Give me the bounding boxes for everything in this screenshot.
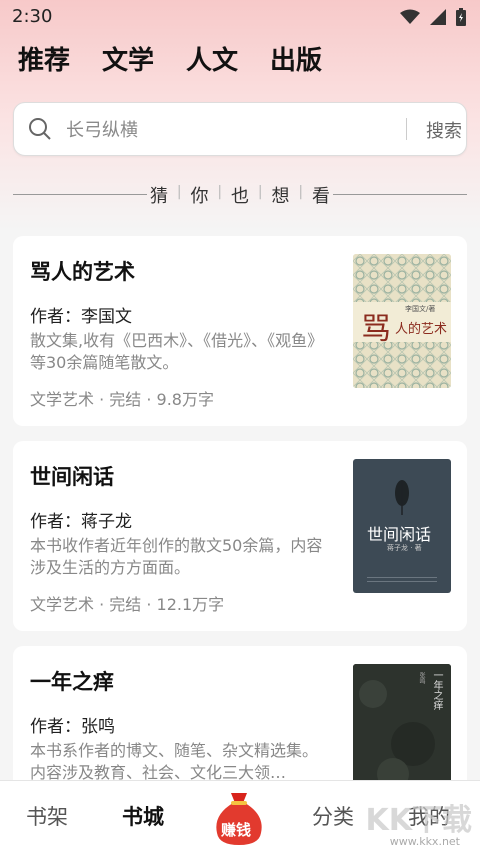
section-header: 猜 | 你 | 也 | 想 | 看	[0, 180, 480, 210]
book-desc: 本书系作者的博文、随笔、杂文精选集。内容涉及教育、社会、文化三大领…	[30, 741, 319, 782]
search-icon	[29, 118, 51, 140]
search-bar: 搜索	[13, 102, 467, 156]
book-desc: 本书收作者近年创作的散文50余篇，内容涉及生活的方方面面。	[30, 536, 323, 577]
search-divider	[406, 118, 407, 140]
signal-icon	[430, 9, 446, 25]
tab-recommend[interactable]: 推荐	[18, 40, 70, 77]
section-line-left	[13, 194, 147, 195]
cover-line	[367, 577, 437, 578]
author-name: 蒋子龙	[81, 512, 132, 532]
cover-author: 李国文/著	[405, 305, 436, 313]
cover-title-main: 骂	[361, 312, 391, 347]
book-title: 骂人的艺术	[30, 260, 135, 284]
search-button[interactable]: 搜索	[426, 117, 462, 143]
book-author: 作者：张鸣	[30, 712, 115, 737]
nav-earn-button[interactable]: 赚钱	[213, 789, 265, 847]
author-label: 作者：	[30, 717, 81, 737]
section-char: 看	[312, 186, 330, 207]
cover-title: 世间闲话	[367, 525, 432, 544]
author-label: 作者：	[30, 512, 81, 532]
author-name: 李国文	[81, 307, 132, 327]
bottom-nav: 书架 书城 赚钱 分类 我的 KK下载 www.kkx.net	[0, 780, 480, 854]
book-author: 作者：蒋子龙	[30, 507, 132, 532]
book-meta: 文学艺术 · 完结 · 9.8万字	[30, 390, 214, 409]
search-input[interactable]	[64, 113, 388, 147]
book-meta: 文学艺术 · 完结 · 12.1万字	[30, 595, 225, 614]
tab-literature[interactable]: 文学	[102, 40, 154, 77]
nav-earn-label: 赚钱	[221, 821, 252, 839]
section-line-right	[333, 194, 467, 195]
status-icons	[400, 8, 466, 26]
book-card[interactable]: 世间闲话 作者：蒋子龙 本书收作者近年创作的散文50余篇，内容涉及生活的方方面面…	[13, 441, 467, 631]
section-char: 你	[190, 186, 209, 207]
tab-publishing[interactable]: 出版	[270, 40, 322, 77]
section-title: 猜 | 你 | 也 | 想 | 看	[150, 184, 330, 207]
author-name: 张鸣	[81, 717, 115, 737]
cover-title-rest: 人的艺术	[395, 322, 448, 337]
section-char: 想	[271, 186, 290, 207]
category-tabs: 推荐 文学 人文 出版	[18, 40, 322, 77]
nav-bookstore[interactable]: 书城	[122, 801, 164, 831]
cover-title: 一年之痒	[431, 670, 442, 710]
author-label: 作者：	[30, 307, 81, 327]
nav-bookshelf[interactable]: 书架	[26, 801, 68, 831]
tab-humanities[interactable]: 人文	[186, 40, 238, 77]
nav-category[interactable]: 分类	[312, 801, 354, 831]
book-desc: 散文集,收有《巴西木》、《借光》、《观鱼》等30余篇随笔散文。	[30, 331, 324, 372]
book-card[interactable]: 骂人的艺术 作者：李国文 散文集,收有《巴西木》、《借光》、《观鱼》等30余篇随…	[13, 236, 467, 426]
section-char: 也	[231, 186, 249, 207]
book-title: 世间闲话	[30, 465, 114, 489]
book-cover[interactable]: 一年之痒 张鸣	[353, 664, 451, 798]
section-char: 猜	[150, 186, 168, 207]
cover-line	[367, 581, 437, 582]
status-time: 2:30	[12, 6, 53, 27]
book-cover[interactable]: 世间闲话 蒋子龙 · 著	[353, 459, 451, 593]
watermark: KK下载	[365, 803, 473, 838]
battery-icon	[456, 8, 466, 26]
book-author: 作者：李国文	[30, 302, 132, 327]
status-bar: 2:30	[0, 0, 480, 36]
wifi-icon	[400, 9, 420, 24]
watermark-url: www.kkx.net	[389, 835, 460, 848]
cover-author: 蒋子龙 · 著	[387, 544, 422, 552]
book-title: 一年之痒	[30, 670, 114, 694]
book-cover[interactable]: 骂 人的艺术 李国文/著	[353, 254, 451, 388]
cover-author: 张鸣	[418, 672, 425, 684]
